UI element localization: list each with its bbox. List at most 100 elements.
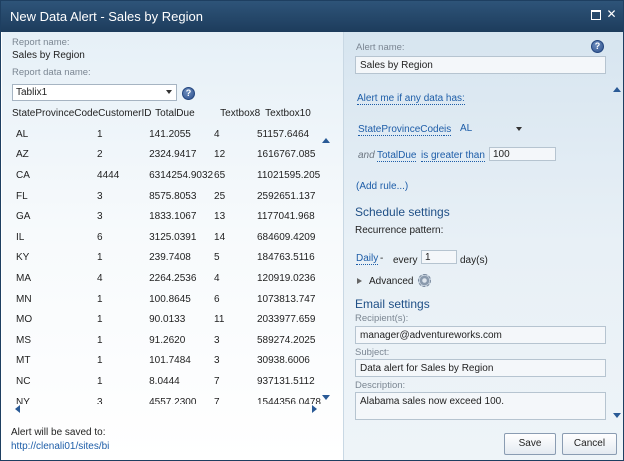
table-cell: 5 — [214, 252, 220, 264]
table-cell: 12 — [214, 149, 226, 161]
recipients-label: Recipient(s): — [355, 313, 409, 324]
table-cell: 30938.6006 — [257, 355, 310, 367]
recurrence-frequency[interactable]: Daily — [356, 253, 379, 265]
table-cell: 11021595.205 — [257, 169, 321, 181]
table-cell: 3 — [97, 211, 103, 223]
scroll-up-icon[interactable] — [322, 138, 330, 143]
rule2-value-field[interactable]: 100 — [489, 147, 556, 161]
rule1-field[interactable]: StateProvinceCode — [358, 124, 445, 136]
table-row: IL 6 3125.0391 14 684609.4209 — [12, 227, 321, 248]
table-cell: 1 — [97, 314, 103, 326]
table-row: NY 3 4557.2300 7 1544356.0478 — [12, 392, 321, 404]
expand-arrow-icon[interactable] — [357, 278, 362, 284]
table-row: CA 4444 6314254.9032 65 11021595.205 — [12, 165, 321, 186]
table-cell: 7 — [214, 375, 220, 387]
table-cell: IL — [16, 231, 25, 243]
scroll-down-icon[interactable] — [322, 395, 330, 400]
table-cell: 1616767.085 — [257, 149, 316, 161]
table-cell: 4 — [97, 272, 103, 284]
table-cell: NY — [16, 396, 30, 404]
table-cell: 91.2620 — [149, 334, 186, 346]
column-header[interactable]: StateProvinceCode — [12, 105, 98, 121]
table-cell: 684609.4209 — [257, 231, 316, 243]
close-icon[interactable]: ✕ — [605, 8, 618, 21]
recurrence-unit: day(s) — [460, 255, 488, 266]
rule2-operator[interactable]: is greater than — [421, 150, 485, 162]
table-cell: 184763.5116 — [257, 252, 315, 264]
description-field[interactable]: Alabama sales now exceed 100. — [355, 392, 606, 420]
email-heading: Email settings — [355, 297, 430, 311]
table-cell: 3 — [97, 396, 103, 404]
advanced-label[interactable]: Advanced — [369, 276, 413, 287]
title-bar: New Data Alert - Sales by Region ✕ — [1, 1, 623, 32]
table-cell: 6 — [214, 293, 220, 305]
rule2-field[interactable]: TotalDue — [377, 150, 417, 162]
recurrence-label: Recurrence pattern: — [355, 225, 444, 236]
table-cell: 1 — [97, 375, 103, 387]
table-cell: 2264.2536 — [149, 272, 197, 284]
alert-name-field[interactable]: Sales by Region — [355, 56, 606, 74]
table-cell: 239.7408 — [149, 252, 191, 264]
table-cell: 141.2055 — [149, 128, 191, 140]
table-cell: 90.0133 — [149, 314, 186, 326]
table-row: MO 1 90.0133 11 2033977.659 — [12, 309, 321, 330]
table-cell: 8575.8053 — [149, 190, 197, 202]
table-cell: 7 — [214, 396, 220, 404]
table-cell: 1 — [97, 252, 103, 264]
table-cell: 51157.6464 — [257, 128, 310, 140]
table-cell: MT — [16, 355, 31, 367]
help-icon[interactable]: ? — [182, 87, 195, 100]
table-cell: 3 — [97, 190, 103, 202]
table-body: AL 1 141.2055 4 51157.6464 AZ 2 2324.9417 12 1616… — [12, 124, 321, 404]
table-cell: MA — [16, 272, 31, 284]
cancel-button[interactable]: Cancel — [562, 433, 617, 455]
table-row: MA 4 2264.2536 4 120919.0236 — [12, 268, 321, 289]
scroll-down-icon[interactable] — [613, 413, 621, 418]
rule1-value-select[interactable]: AL — [456, 122, 524, 136]
alert-me-link[interactable]: Alert me if any data has: — [357, 93, 465, 105]
saved-to-link[interactable]: http://clenali01/sites/bi — [11, 441, 109, 452]
column-header[interactable]: TotalDue — [155, 105, 220, 121]
table-row: KY 1 239.7408 5 184763.5116 — [12, 248, 321, 269]
subject-field[interactable]: Data alert for Sales by Region — [355, 359, 606, 377]
help-icon[interactable]: ? — [591, 40, 604, 53]
report-data-table: StateProvinceCode CustomerID TotalDue Te… — [12, 105, 317, 121]
add-rule-link[interactable]: (Add rule...) — [356, 181, 408, 192]
maximize-icon[interactable] — [589, 8, 602, 21]
rule2-conjunction: and — [358, 150, 375, 161]
scroll-left-icon[interactable] — [15, 405, 20, 413]
table-body-viewport: AL 1 141.2055 4 51157.6464 AZ 2 2324.9417 12 1616… — [3, 124, 321, 404]
table-cell: 25 — [214, 190, 226, 202]
column-header[interactable]: Textbox10 — [265, 105, 317, 121]
table-cell: AZ — [16, 149, 29, 161]
table-cell: 11 — [214, 314, 225, 326]
save-button[interactable]: Save — [504, 433, 556, 455]
column-header[interactable]: Textbox8 — [220, 105, 265, 121]
table-cell: 101.7484 — [149, 355, 191, 367]
table-cell: CA — [16, 169, 30, 181]
table-cell: 2033977.659 — [257, 314, 316, 326]
recurrence-every: every — [393, 255, 418, 266]
recurrence-count-field[interactable]: 1 — [421, 250, 457, 264]
gear-icon[interactable] — [418, 274, 431, 287]
table-cell: MN — [16, 293, 32, 305]
table-cell: 1073813.747 — [257, 293, 316, 305]
table-cell: 6 — [97, 231, 103, 243]
table-cell: 14 — [214, 231, 226, 243]
recipients-field[interactable]: manager@adventureworks.com — [355, 326, 606, 344]
column-header[interactable]: CustomerID — [98, 105, 155, 121]
rule1-operator[interactable]: is — [444, 124, 452, 136]
report-data-select[interactable]: Tablix1 — [12, 84, 177, 101]
table-row: AZ 2 2324.9417 12 1616767.085 — [12, 145, 321, 166]
report-name-value: Sales by Region — [12, 50, 85, 61]
table-cell: FL — [16, 190, 28, 202]
chevron-down-icon — [516, 127, 522, 131]
chevron-down-icon — [166, 90, 172, 94]
scroll-right-icon[interactable] — [312, 405, 317, 413]
table-cell: 2 — [97, 149, 103, 161]
table-cell: 589274.2025 — [257, 334, 316, 346]
table-cell: NC — [16, 375, 31, 387]
scroll-up-icon[interactable] — [613, 87, 621, 92]
table-cell: 4557.2300 — [149, 396, 197, 404]
table-cell: 3 — [214, 355, 220, 367]
